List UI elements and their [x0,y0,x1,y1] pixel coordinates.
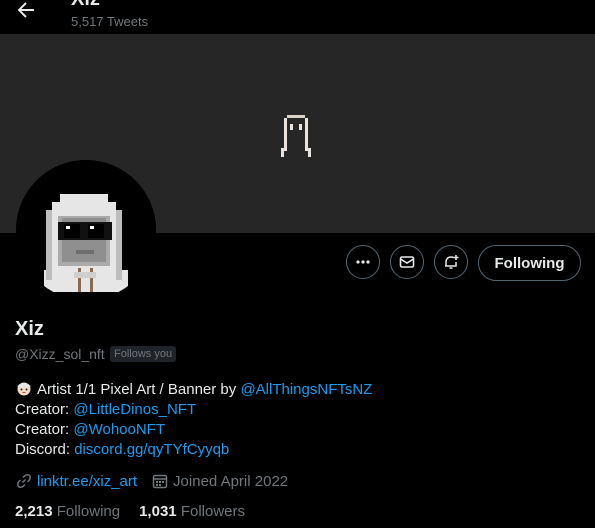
profile-handle: @Xizz_sol_nft [15,346,105,362]
tweet-count: 5,517 Tweets [71,14,149,29]
following-stat-link[interactable]: 2,213 Following [15,503,120,520]
top-bar: Xiz 5,517 Tweets [0,0,595,34]
website-link[interactable]: linktr.ee/xiz_art [37,473,137,490]
back-button[interactable] [14,0,38,22]
followers-label: Followers [180,503,245,520]
link-icon [17,474,31,488]
bio-mention-link[interactable]: @WohooNFT [73,421,165,438]
website-item: linktr.ee/xiz_art [15,472,137,490]
follows-you-badge: Follows you [110,346,177,362]
joined-item: Joined April 2022 [151,472,288,490]
message-button[interactable] [390,245,424,279]
bio-label: Creator: [15,401,70,418]
profile-stats: 2,213 Following 1,031 Followers [15,503,264,520]
bio-label: Creator: [15,421,70,438]
bio-label: Discord: [15,441,71,458]
bio-text: Artist 1/1 Pixel Art / Banner by [37,381,237,398]
bio-mention-link[interactable]: @LittleDinos_NFT [73,401,196,418]
pixel-hooded-avatar-image [16,160,156,300]
more-button[interactable] [346,245,380,279]
bio-line: Artist 1/1 Pixel Art / Banner by @AllThi… [15,380,372,400]
ellipsis-icon [356,260,370,264]
following-count: 2,213 [15,503,53,520]
followers-count: 1,031 [139,503,177,520]
pixel-ghost-image [281,115,311,157]
profile-meta: linktr.ee/xiz_art Joined April 2022 [15,472,302,490]
profile-bio: Artist 1/1 Pixel Art / Banner by @AllThi… [15,380,372,460]
joined-date: Joined April 2022 [173,472,289,490]
artist-emoji-icon [17,382,31,396]
profile-name: Xiz [15,318,44,340]
notifications-button[interactable] [434,245,468,279]
following-button[interactable]: Following [478,245,581,281]
envelope-icon [399,256,415,268]
arrow-left-icon [17,2,34,18]
avatar[interactable] [16,160,156,300]
bio-line: Creator: @LittleDinos_NFT [15,400,372,420]
following-label: Following [56,503,121,520]
followers-stat-link[interactable]: 1,031 Followers [139,503,245,520]
bio-line: Creator: @WohooNFT [15,420,372,440]
bio-mention-link[interactable]: @AllThingsNFTsNZ [240,381,372,398]
calendar-icon [152,474,168,489]
bell-plus-icon [445,255,459,269]
discord-link[interactable]: discord.gg/qyTYfCyyqb [74,441,229,458]
header-title: Xiz [71,0,100,11]
bio-line: Discord: discord.gg/qyTYfCyyqb [15,440,372,460]
